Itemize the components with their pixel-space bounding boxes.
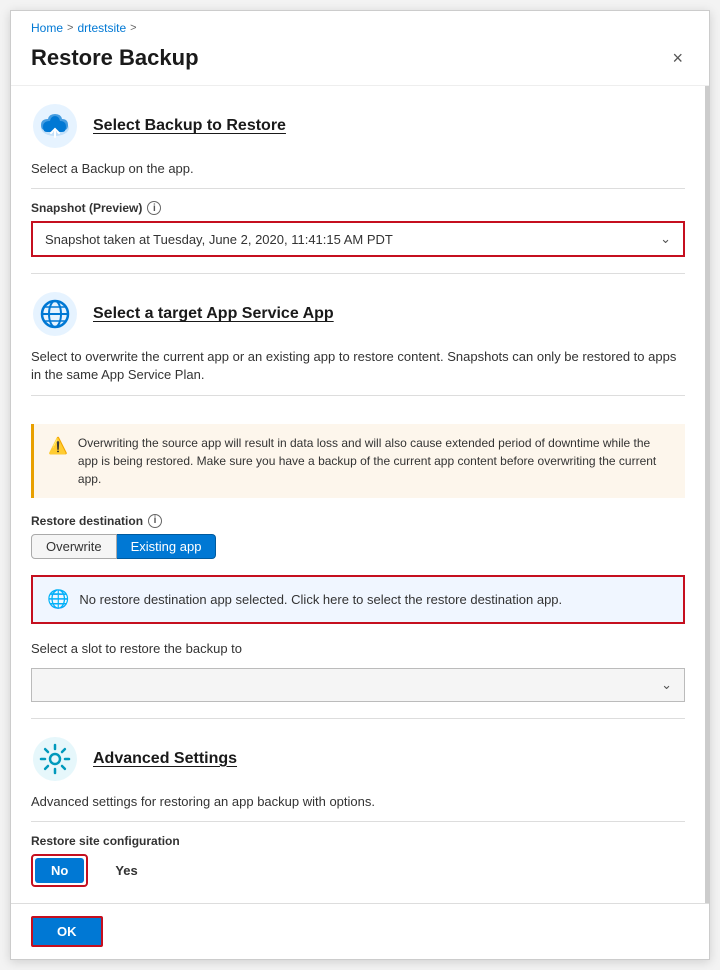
slot-dropdown[interactable]: ⌄ xyxy=(31,668,685,702)
toggle-no-button[interactable]: No xyxy=(35,858,84,883)
page-header: Restore Backup × xyxy=(11,41,709,86)
breadcrumb: Home > drtestsite > xyxy=(11,11,709,41)
content-area: Select Backup to Restore Select a Backup… xyxy=(11,86,709,903)
warning-box: ⚠️ Overwriting the source app will resul… xyxy=(31,424,685,498)
breadcrumb-sep1: > xyxy=(67,22,73,34)
toggle-yes-button[interactable]: Yes xyxy=(98,857,154,884)
destination-selector-icon: 🌐 xyxy=(47,589,69,610)
restore-destination-radio-group: Overwrite Existing app xyxy=(31,534,685,559)
page-title: Restore Backup xyxy=(31,45,199,71)
restore-destination-label: Restore destination i xyxy=(31,514,685,528)
destination-selector-text: No restore destination app selected. Cli… xyxy=(79,592,562,607)
advanced-settings-title: Advanced Settings xyxy=(93,750,237,768)
main-window: Home > drtestsite > Restore Backup × xyxy=(10,10,710,960)
gear-icon xyxy=(31,735,79,783)
snapshot-info-icon[interactable]: i xyxy=(147,201,161,215)
breadcrumb-home[interactable]: Home xyxy=(31,21,63,35)
overwrite-option[interactable]: Overwrite xyxy=(31,534,117,559)
target-app-section-desc: Select to overwrite the current app or a… xyxy=(31,348,685,384)
target-app-section-title: Select a target App Service App xyxy=(93,305,334,323)
backup-section-header: Select Backup to Restore xyxy=(31,102,685,150)
backup-section: Select Backup to Restore Select a Backup… xyxy=(11,86,705,273)
restore-destination-section: Restore destination i Overwrite Existing… xyxy=(11,498,705,575)
globe-icon xyxy=(31,290,79,338)
warning-icon: ⚠️ xyxy=(48,435,68,459)
slot-label: Select a slot to restore the backup to xyxy=(31,640,685,658)
advanced-settings-header: Advanced Settings xyxy=(31,735,685,783)
advanced-settings-section: Advanced Settings Advanced settings for … xyxy=(11,719,705,903)
snapshot-value: Snapshot taken at Tuesday, June 2, 2020,… xyxy=(45,232,393,247)
restore-destination-info-icon[interactable]: i xyxy=(148,514,162,528)
advanced-settings-desc: Advanced settings for restoring an app b… xyxy=(31,793,685,811)
backup-section-title: Select Backup to Restore xyxy=(93,117,286,135)
snapshot-dropdown[interactable]: Snapshot taken at Tuesday, June 2, 2020,… xyxy=(31,221,685,257)
destination-selector[interactable]: 🌐 No restore destination app selected. C… xyxy=(31,575,685,624)
restore-site-config-toggle: No Yes xyxy=(31,854,685,887)
ok-button[interactable]: OK xyxy=(31,916,103,947)
close-button[interactable]: × xyxy=(666,47,689,69)
breadcrumb-site[interactable]: drtestsite xyxy=(77,21,126,35)
footer: OK xyxy=(11,903,709,959)
breadcrumb-sep2: > xyxy=(130,22,136,34)
snapshot-dropdown-arrow: ⌄ xyxy=(660,231,671,247)
target-app-section-header: Select a target App Service App xyxy=(31,290,685,338)
cloud-backup-icon xyxy=(31,102,79,150)
backup-section-desc: Select a Backup on the app. xyxy=(31,160,685,178)
toggle-container: No xyxy=(31,854,88,887)
target-app-section: Select a target App Service App Select t… xyxy=(11,274,705,423)
existing-app-option[interactable]: Existing app xyxy=(117,534,217,559)
slot-section: Select a slot to restore the backup to ⌄ xyxy=(11,624,705,718)
warning-text: Overwriting the source app will result i… xyxy=(78,434,671,488)
snapshot-label: Snapshot (Preview) i xyxy=(31,201,685,215)
restore-site-config-label: Restore site configuration xyxy=(31,834,685,848)
slot-dropdown-arrow: ⌄ xyxy=(661,677,672,693)
